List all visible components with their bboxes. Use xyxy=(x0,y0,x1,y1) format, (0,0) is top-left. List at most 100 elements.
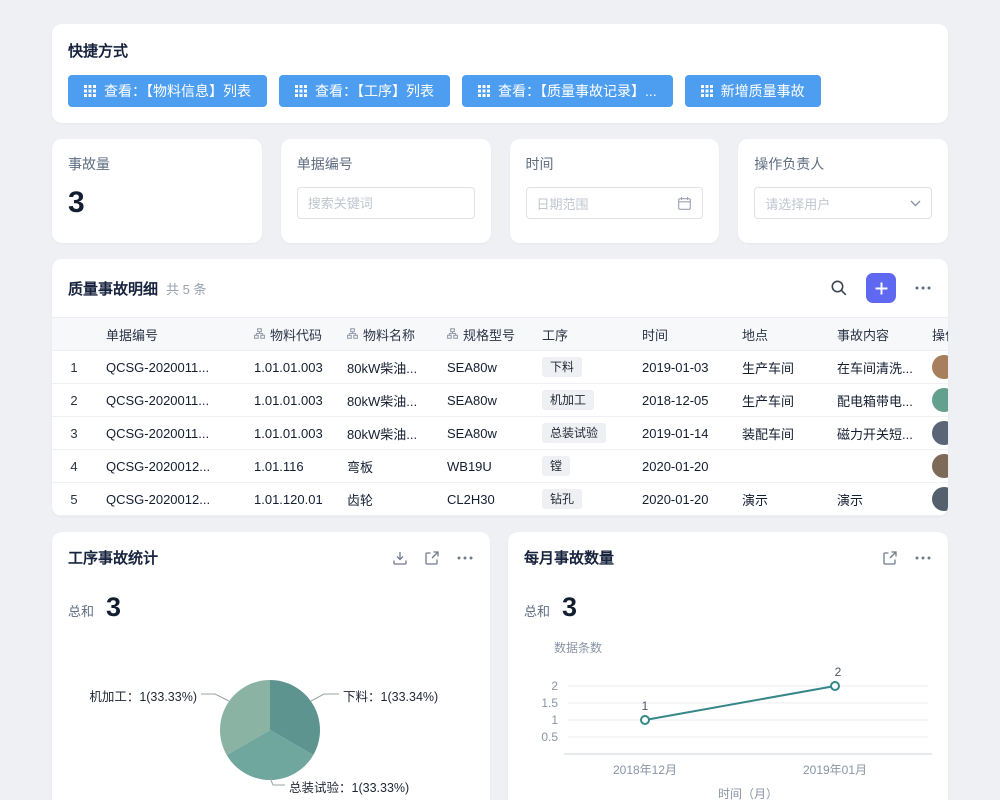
cell-material-code: 1.01.116 xyxy=(244,450,337,483)
cell-time: 2019-01-14 xyxy=(632,417,732,450)
cell-operator xyxy=(922,351,948,384)
table-title: 质量事故明细 xyxy=(68,278,158,299)
pie-sum: 总和 3 xyxy=(68,592,121,623)
operator-filter-card: 操作负责人 请选择用户 xyxy=(738,139,948,243)
grid-icon xyxy=(478,85,490,97)
button-label: 查看：【物料信息】列表 xyxy=(104,81,251,101)
doc-no-search-input[interactable] xyxy=(297,187,475,219)
table-row[interactable]: 1 QCSG-2020011... 1.01.01.003 80kW柴油... … xyxy=(52,351,948,384)
cell-material-name: 80kW柴油... xyxy=(337,384,437,417)
cell-process: 钻孔 xyxy=(532,483,632,516)
line-chart-title: 每月事故数量 xyxy=(524,547,866,568)
table-row[interactable]: 5 QCSG-2020012... 1.01.120.01 齿轮 CL2H30 … xyxy=(52,483,948,516)
cell-place: 演示 xyxy=(732,483,827,516)
more-icon[interactable] xyxy=(914,279,932,297)
cell-time: 2020-01-20 xyxy=(632,450,732,483)
date-range-input[interactable]: 日期范围 xyxy=(526,187,704,219)
avatar xyxy=(932,454,948,478)
cell-material-code: 1.01.01.003 xyxy=(244,351,337,384)
cell-spec-model: SEA80w xyxy=(437,384,532,417)
col-process: 工序 xyxy=(532,318,632,351)
row-index: 3 xyxy=(52,417,96,450)
col-material-name: 物料名称 xyxy=(337,318,437,351)
add-quality-accident-button[interactable]: 新增质量事故 xyxy=(685,75,821,107)
chevron-down-icon xyxy=(910,200,921,207)
sum-value: 3 xyxy=(106,592,121,623)
more-icon[interactable] xyxy=(456,549,474,567)
cell-spec-model: WB19U xyxy=(437,450,532,483)
view-quality-accident-records-button[interactable]: 查看：【质量事故记录】... xyxy=(462,75,673,107)
row-index: 5 xyxy=(52,483,96,516)
avatar xyxy=(932,487,948,511)
sum-label: 总和 xyxy=(68,601,94,620)
table-row[interactable]: 4 QCSG-2020012... 1.01.116 弯板 WB19U 镗 20… xyxy=(52,450,948,483)
sum-label: 总和 xyxy=(524,601,550,620)
button-label: 查看：【工序】列表 xyxy=(315,81,434,101)
stat-label: 事故量 xyxy=(68,154,246,174)
table-viewport: 单据编号 物料代码 物料名称 规格型号 工序 时间 地点 事故内容 操作负责人 … xyxy=(52,317,948,516)
cell-operator xyxy=(922,384,948,417)
view-process-list-button[interactable]: 查看：【工序】列表 xyxy=(279,75,450,107)
add-record-button[interactable] xyxy=(866,273,896,303)
cell-doc-no: QCSG-2020011... xyxy=(96,417,244,450)
col-place: 地点 xyxy=(732,318,827,351)
cell-spec-model: SEA80w xyxy=(437,417,532,450)
table-count: 共 5 条 xyxy=(166,279,206,298)
expand-icon[interactable] xyxy=(424,550,440,566)
shortcuts-card: 快捷方式 查看：【物料信息】列表 查看：【工序】列表 查看：【质量事故记录】..… xyxy=(52,24,948,123)
chart-header: 工序事故统计 xyxy=(52,532,490,568)
cell-material-code: 1.01.120.01 xyxy=(244,483,337,516)
pie-chart xyxy=(52,628,490,800)
operator-select[interactable]: 请选择用户 xyxy=(754,187,932,219)
expand-icon[interactable] xyxy=(882,550,898,566)
cell-content: 演示 xyxy=(827,483,922,516)
cell-operator xyxy=(922,450,948,483)
pie-label-xialiao: 下料：1(33.34%) xyxy=(343,686,438,705)
button-label: 查看：【质量事故记录】... xyxy=(498,81,657,101)
cell-spec-model: CL2H30 xyxy=(437,483,532,516)
avatar xyxy=(932,421,948,445)
more-icon[interactable] xyxy=(914,549,932,567)
col-material-code: 物料代码 xyxy=(244,318,337,351)
col-time: 时间 xyxy=(632,318,732,351)
relation-icon xyxy=(447,327,458,342)
time-filter-card: 时间 日期范围 xyxy=(510,139,720,243)
detail-table-card: 质量事故明细 共 5 条 单据编号 xyxy=(52,259,948,516)
monthly-accidents-card: 每月事故数量 总和 3 数据条数 2 1.5 xyxy=(508,532,948,800)
view-material-info-list-button[interactable]: 查看：【物料信息】列表 xyxy=(68,75,267,107)
operator-placeholder: 请选择用户 xyxy=(765,194,830,213)
date-range-placeholder: 日期范围 xyxy=(537,194,589,213)
table-row[interactable]: 3 QCSG-2020011... 1.01.01.003 80kW柴油... … xyxy=(52,417,948,450)
chart-header: 每月事故数量 xyxy=(508,532,948,568)
cell-place xyxy=(732,450,827,483)
y-tick: 1.5 xyxy=(541,696,558,710)
accident-count-card: 事故量 3 xyxy=(52,139,262,243)
calendar-icon xyxy=(677,196,692,211)
line-chart: 数据条数 2 1.5 1 0.5 1 2 2018年12月 2019年01月 时… xyxy=(508,628,948,800)
cell-time: 2019-01-03 xyxy=(632,351,732,384)
cell-process: 机加工 xyxy=(532,384,632,417)
table-row[interactable]: 2 QCSG-2020011... 1.01.01.003 80kW柴油... … xyxy=(52,384,948,417)
cell-material-name: 80kW柴油... xyxy=(337,351,437,384)
avatar xyxy=(932,355,948,379)
row-index: 1 xyxy=(52,351,96,384)
cell-doc-no: QCSG-2020012... xyxy=(96,483,244,516)
pie-label-zongzhuangshiyan: 总装试验：1(33.33%) xyxy=(289,777,409,796)
cell-place: 生产车间 xyxy=(732,351,827,384)
stat-value: 3 xyxy=(68,186,246,220)
grid-icon xyxy=(84,85,96,97)
download-icon[interactable] xyxy=(392,550,408,566)
relation-icon xyxy=(347,327,358,342)
cell-operator xyxy=(922,483,948,516)
cell-content xyxy=(827,450,922,483)
sum-value: 3 xyxy=(562,592,577,623)
relation-icon xyxy=(254,327,265,342)
row-index: 2 xyxy=(52,384,96,417)
table-header-row: 单据编号 物料代码 物料名称 规格型号 工序 时间 地点 事故内容 操作负责人 xyxy=(52,318,948,351)
search-icon[interactable] xyxy=(830,279,848,297)
grid-icon xyxy=(701,85,713,97)
cell-place: 装配车间 xyxy=(732,417,827,450)
charts-row: 工序事故统计 总和 3 xyxy=(52,532,948,800)
cell-process: 镗 xyxy=(532,450,632,483)
cell-material-name: 弯板 xyxy=(337,450,437,483)
